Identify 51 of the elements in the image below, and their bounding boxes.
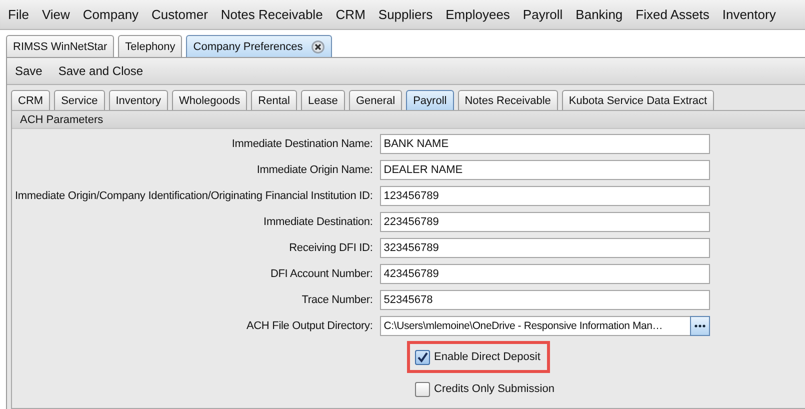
settings-tab[interactable]: CRM (11, 90, 50, 110)
settings-tab[interactable]: Rental (251, 90, 297, 110)
menu-item[interactable]: CRM (330, 7, 372, 22)
browse-button[interactable] (690, 316, 710, 336)
settings-tab[interactable]: Service (54, 90, 105, 110)
settings-tab[interactable]: Wholegoods (172, 90, 248, 110)
toolbar-button[interactable]: Save and Close (52, 64, 150, 78)
document-tab[interactable]: Company Preferences (186, 35, 332, 57)
settings-tab[interactable]: Lease (300, 90, 345, 110)
settings-tab[interactable]: Payroll (406, 90, 454, 110)
input-field[interactable]: DEALER NAME (380, 160, 710, 180)
checkbox[interactable] (415, 382, 430, 396)
document-tab[interactable]: RIMSS WinNetStar (6, 35, 114, 57)
field-label: DFI Account Number: (270, 268, 373, 280)
menu-item[interactable]: View (36, 7, 77, 22)
field-label: Receiving DFI ID: (289, 242, 373, 254)
input-field[interactable]: 223456789 (380, 212, 710, 232)
ellipsis-icon (694, 324, 706, 328)
document-tab[interactable]: Telephony (118, 35, 182, 57)
menu-item[interactable]: Notes Receivable (214, 7, 330, 22)
menu-item[interactable]: Suppliers (372, 7, 440, 22)
input-field[interactable]: 123456789 (380, 186, 710, 206)
menu-item[interactable]: Employees (440, 7, 517, 22)
checkbox-label: Credits Only Submission (434, 383, 554, 395)
field-label: Immediate Destination Name: (232, 138, 373, 150)
field-label: Trace Number: (302, 294, 373, 306)
checkbox[interactable] (415, 350, 430, 364)
close-icon[interactable] (310, 40, 325, 54)
input-field[interactable]: BANK NAME (380, 134, 710, 154)
menu-item[interactable]: Payroll (516, 7, 570, 22)
settings-tab[interactable]: General (348, 90, 402, 110)
field-label: Immediate Origin/Company Identification/Originating Financial Institution ID: (15, 190, 373, 202)
input-field[interactable]: 52345678 (380, 290, 710, 310)
menu-item[interactable]: Inventory (716, 7, 783, 22)
settings-tab[interactable]: Notes Receivable (458, 90, 558, 110)
checkbox-label: Enable Direct Deposit (434, 351, 540, 363)
field-label: Immediate Destination: (264, 216, 373, 228)
menu-item[interactable]: Customer (146, 7, 215, 22)
menu-item[interactable]: Banking (570, 7, 630, 22)
field-label: Immediate Origin Name: (256, 164, 373, 176)
menu-item[interactable]: File (2, 7, 36, 22)
input-field[interactable]: 323456789 (380, 238, 710, 258)
field-label: ACH File Output Directory: (246, 320, 373, 332)
settings-tab[interactable]: Kubota Service Data Extract (562, 90, 714, 110)
menu-item[interactable]: Company (76, 7, 146, 22)
input-field[interactable]: 423456789 (380, 264, 710, 284)
toolbar-button[interactable]: Save (9, 64, 48, 78)
path-field[interactable]: C:\Users\mlemoine\OneDrive - Responsive Information Man… (380, 316, 690, 336)
menu-item[interactable]: Fixed Assets (630, 7, 716, 22)
settings-tab[interactable]: Inventory (108, 90, 168, 110)
section-header: ACH Parameters (12, 111, 805, 129)
